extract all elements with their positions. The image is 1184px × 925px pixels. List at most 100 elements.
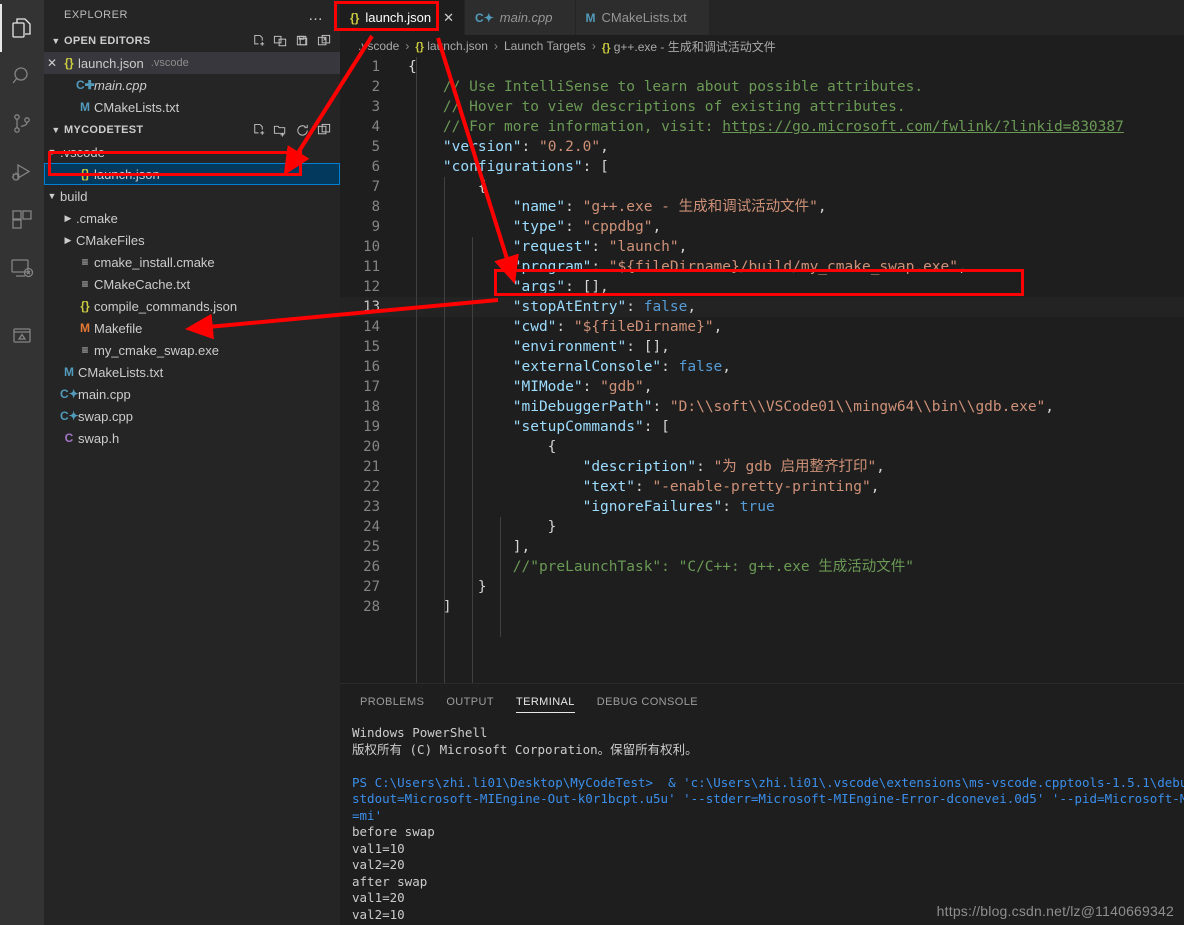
code-line-28[interactable]: 28 ] bbox=[340, 597, 1184, 617]
line-content: "configurations": [ bbox=[408, 159, 609, 175]
close-icon[interactable]: ✕ bbox=[44, 56, 60, 70]
line-number: 16 bbox=[363, 359, 380, 375]
code-line-19[interactable]: 19 "setupCommands": [ bbox=[340, 417, 1184, 437]
code-line-11[interactable]: 11 "program": "${fileDirname}/build/my_c… bbox=[340, 257, 1184, 277]
line-content: "ignoreFailures": true bbox=[408, 499, 775, 515]
explorer-icon[interactable] bbox=[0, 4, 44, 52]
tree-item-label: CMakeLists.txt bbox=[78, 364, 164, 380]
tree-item-my-cmake-swap-exe[interactable]: ≡ my_cmake_swap.exe bbox=[44, 339, 340, 361]
new-folder-icon[interactable] bbox=[273, 123, 288, 138]
code-line-8[interactable]: 8 "name": "g++.exe - 生成和调试活动文件", bbox=[340, 197, 1184, 217]
code-editor[interactable]: 1{2 // Use IntelliSense to learn about p… bbox=[340, 57, 1184, 683]
sidebar-more-actions-icon[interactable]: … bbox=[308, 7, 332, 24]
tab-label: CMakeLists.txt bbox=[601, 10, 687, 25]
code-line-15[interactable]: 15 "environment": [], bbox=[340, 337, 1184, 357]
breadcrumb-item-0[interactable]: .vscode bbox=[358, 39, 399, 53]
tree-item-swap-h[interactable]: Cswap.h bbox=[44, 427, 340, 449]
tree-item--cmake[interactable]: ▶ .cmake bbox=[44, 207, 340, 229]
source-control-icon[interactable] bbox=[0, 100, 44, 148]
code-line-10[interactable]: 10 "request": "launch", bbox=[340, 237, 1184, 257]
section-open-editors[interactable]: ▼ OPEN EDITORS bbox=[44, 30, 340, 52]
code-line-6[interactable]: 6 "configurations": [ bbox=[340, 157, 1184, 177]
breadcrumb-item-2[interactable]: Launch Targets bbox=[504, 39, 586, 53]
tree-item-label: build bbox=[60, 188, 88, 204]
breadcrumb-item-1[interactable]: {} launch.json bbox=[415, 39, 488, 53]
code-line-12[interactable]: 12 "args": [], bbox=[340, 277, 1184, 297]
collapse-all-icon[interactable] bbox=[317, 123, 332, 138]
line-number: 10 bbox=[363, 239, 380, 255]
refresh-icon[interactable] bbox=[295, 123, 310, 138]
tree-item-main-cpp[interactable]: C✦ main.cpp bbox=[44, 383, 340, 405]
code-line-27[interactable]: 27 } bbox=[340, 577, 1184, 597]
code-line-21[interactable]: 21 "description": "为 gdb 启用整齐打印", bbox=[340, 457, 1184, 477]
code-line-13[interactable]: 13 "stopAtEntry": false, bbox=[340, 297, 1184, 317]
panel-tab-problems[interactable]: PROBLEMS bbox=[360, 684, 424, 719]
line-number: 18 bbox=[363, 399, 380, 415]
terminal-line-2 bbox=[352, 758, 1184, 775]
split-editor-icon[interactable] bbox=[273, 34, 288, 49]
new-file-icon[interactable] bbox=[251, 123, 266, 138]
tab-launch-json[interactable]: {} launch.json ✕ bbox=[340, 0, 466, 35]
code-line-20[interactable]: 20 { bbox=[340, 437, 1184, 457]
code-line-5[interactable]: 5 "version": "0.2.0", bbox=[340, 137, 1184, 157]
tree-item-build[interactable]: ▼ build bbox=[44, 185, 340, 207]
terminal-output[interactable]: Windows PowerShell 版权所有 (C) Microsoft Cor… bbox=[340, 719, 1184, 925]
code-line-17[interactable]: 17 "MIMode": "gdb", bbox=[340, 377, 1184, 397]
tree-item-makefile[interactable]: M Makefile bbox=[44, 317, 340, 339]
sidebar-title-bar: EXPLORER … bbox=[44, 0, 340, 30]
open-editor-item-launch-json[interactable]: ✕ {} launch.json .vscode bbox=[44, 52, 340, 74]
code-line-7[interactable]: 7 { bbox=[340, 177, 1184, 197]
line-number: 8 bbox=[371, 199, 380, 215]
code-line-22[interactable]: 22 "text": "-enable-pretty-printing", bbox=[340, 477, 1184, 497]
code-line-4[interactable]: 4 // For more information, visit: https:… bbox=[340, 117, 1184, 137]
open-editors-actions bbox=[251, 34, 332, 49]
code-line-9[interactable]: 9 "type": "cppdbg", bbox=[340, 217, 1184, 237]
line-content: "name": "g++.exe - 生成和调试活动文件", bbox=[408, 199, 827, 215]
code-line-1[interactable]: 1{ bbox=[340, 57, 1184, 77]
tab-cmakelists-txt[interactable]: M CMakeLists.txt bbox=[575, 0, 710, 35]
tab-main-cpp[interactable]: C✦ main.cpp bbox=[465, 0, 576, 35]
code-line-16[interactable]: 16 "externalConsole": false, bbox=[340, 357, 1184, 377]
code-line-3[interactable]: 3 // Hover to view descriptions of exist… bbox=[340, 97, 1184, 117]
workspace-label: MYCODETEST bbox=[64, 124, 144, 136]
breadcrumb[interactable]: .vscode › {} launch.json › Launch Targets › {}… bbox=[340, 35, 1184, 57]
code-line-25[interactable]: 25 ], bbox=[340, 537, 1184, 557]
panel-tab-debug-console[interactable]: DEBUG CONSOLE bbox=[597, 684, 698, 719]
tree-item-launch-json[interactable]: {} launch.json bbox=[44, 163, 340, 185]
tree-item-cmakefiles[interactable]: ▶ CMakeFiles bbox=[44, 229, 340, 251]
code-line-23[interactable]: 23 "ignoreFailures": true bbox=[340, 497, 1184, 517]
close-icon[interactable]: ✕ bbox=[443, 10, 454, 26]
panel-tab-terminal[interactable]: TERMINAL bbox=[515, 684, 575, 719]
search-icon[interactable] bbox=[0, 52, 44, 100]
section-workspace[interactable]: ▼ MYCODETEST bbox=[44, 119, 340, 141]
testing-icon[interactable] bbox=[0, 312, 44, 360]
line-number: 19 bbox=[363, 419, 380, 435]
code-line-14[interactable]: 14 "cwd": "${fileDirname}", bbox=[340, 317, 1184, 337]
breadcrumb-separator: › bbox=[591, 39, 596, 53]
chevron-down-icon: ▼ bbox=[51, 125, 61, 135]
remote-explorer-icon[interactable] bbox=[0, 244, 44, 292]
tree-item-swap-cpp[interactable]: C✦ swap.cpp bbox=[44, 405, 340, 427]
code-line-18[interactable]: 18 "miDebuggerPath": "D:\\soft\\VSCode01… bbox=[340, 397, 1184, 417]
line-content: "args": [], bbox=[408, 279, 609, 295]
code-line-2[interactable]: 2 // Use IntelliSense to learn about pos… bbox=[340, 77, 1184, 97]
run-and-debug-icon[interactable] bbox=[0, 148, 44, 196]
line-number: 12 bbox=[363, 279, 380, 295]
breadcrumb-item-3[interactable]: {} g++.exe - 生成和调试活动文件 bbox=[602, 38, 776, 55]
extensions-icon[interactable] bbox=[0, 196, 44, 244]
tree-item--vscode[interactable]: ▼ .vscode bbox=[44, 141, 340, 163]
panel-tab-output[interactable]: OUTPUT bbox=[446, 684, 494, 719]
new-file-icon[interactable] bbox=[251, 34, 266, 49]
tree-item-cmakelists-txt[interactable]: M CMakeLists.txt bbox=[44, 361, 340, 383]
code-line-26[interactable]: 26 //"preLaunchTask": "C/C++: g++.exe 生成… bbox=[340, 557, 1184, 577]
line-content: "request": "launch", bbox=[408, 239, 688, 255]
tree-item-compile-commands-json[interactable]: {} compile_commands.json bbox=[44, 295, 340, 317]
save-all-icon[interactable] bbox=[295, 34, 310, 49]
tree-item-cmakecache-txt[interactable]: ≡ CMakeCache.txt bbox=[44, 273, 340, 295]
open-editor-item-main-cpp[interactable]: C✚ main.cpp bbox=[44, 74, 340, 96]
close-all-editors-icon[interactable] bbox=[317, 34, 332, 49]
tree-item-cmake-install-cmake[interactable]: ≡ cmake_install.cmake bbox=[44, 251, 340, 273]
open-editor-item-cmakelists[interactable]: M CMakeLists.txt bbox=[44, 96, 340, 118]
code-line-24[interactable]: 24 } bbox=[340, 517, 1184, 537]
cpp-file-icon: C✚ bbox=[76, 78, 95, 92]
